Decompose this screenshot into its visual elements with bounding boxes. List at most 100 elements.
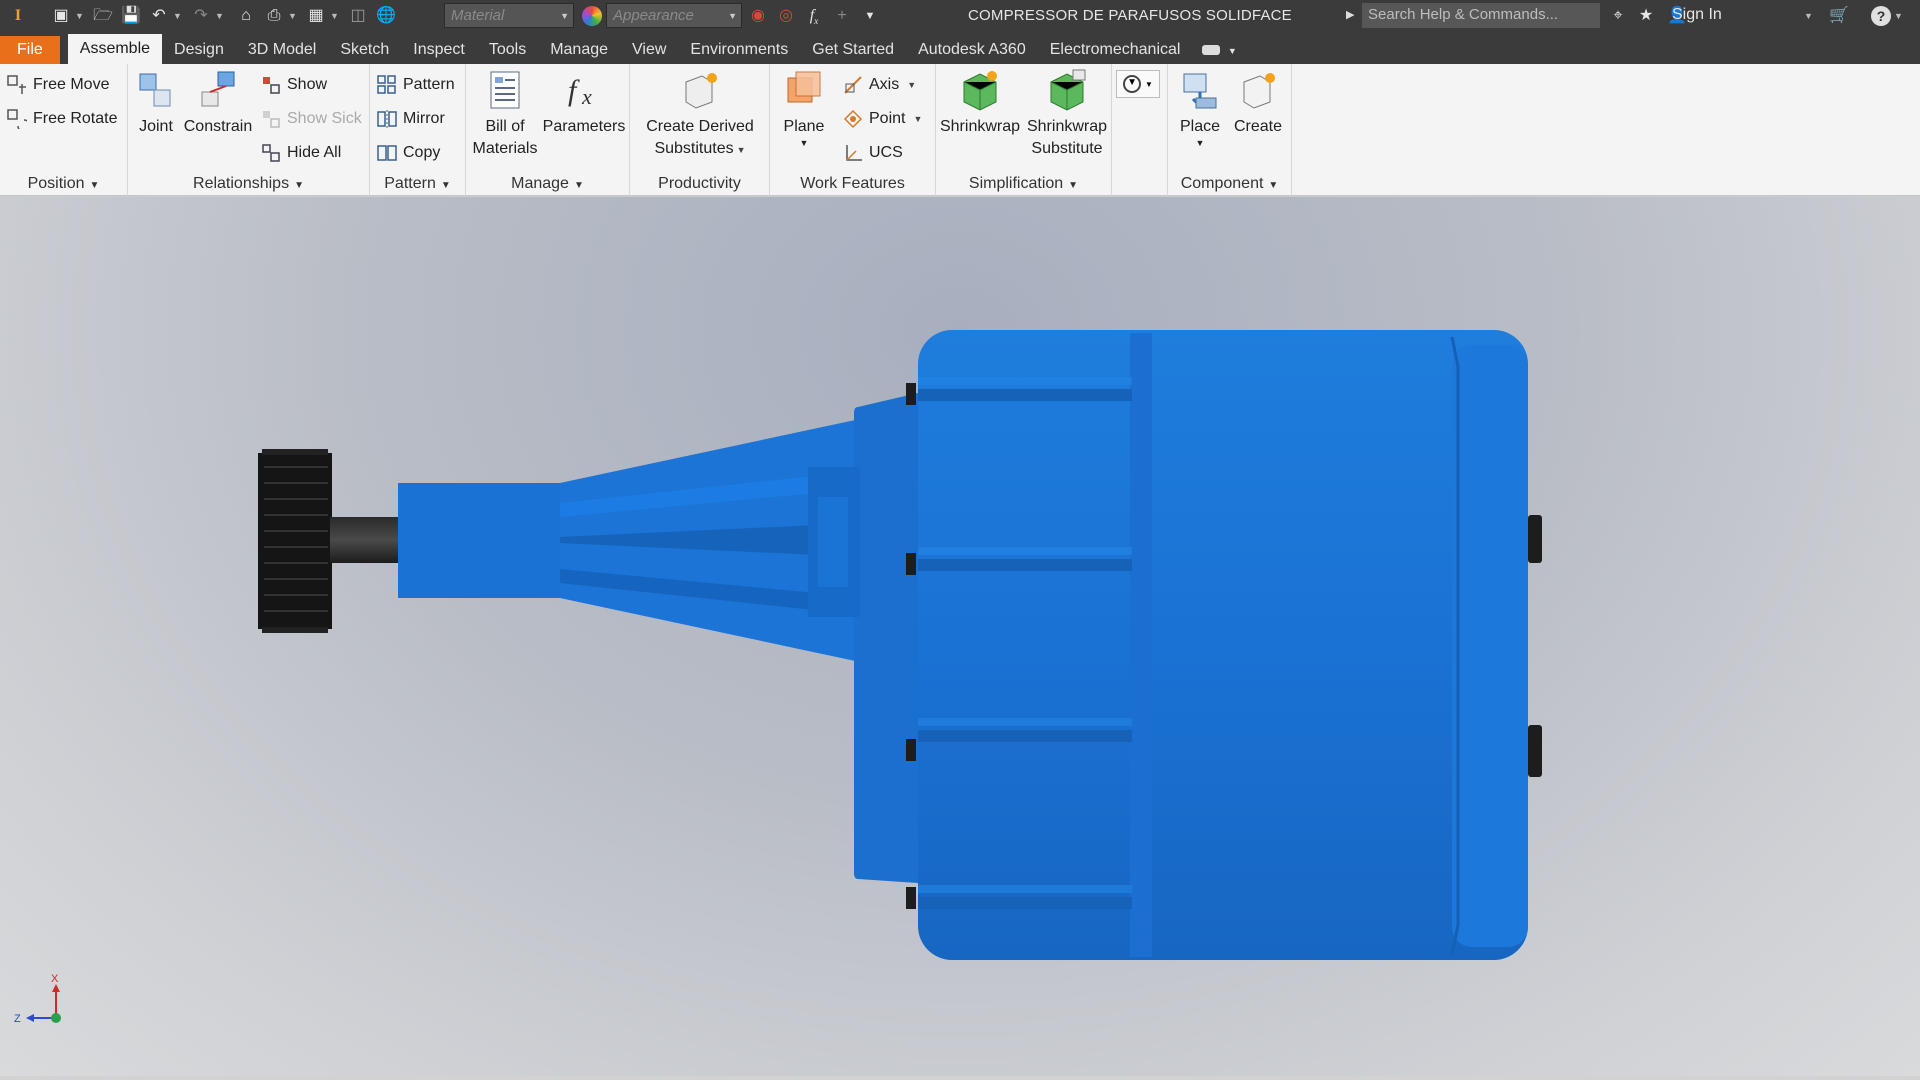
adjust-appearance-icon[interactable]: ◉ (747, 5, 769, 27)
inventor-logo-icon[interactable]: I (7, 5, 29, 27)
chevron-down-icon[interactable]: ▼ (913, 114, 922, 124)
clear-appearance-icon[interactable]: ◎ (775, 5, 797, 27)
new-dropdown-icon[interactable]: ▼ (75, 11, 85, 21)
copy-button[interactable]: Copy (376, 140, 440, 166)
tab-design[interactable]: Design (162, 36, 236, 64)
view-triad[interactable]: X Z (12, 972, 72, 1032)
free-rotate-button[interactable]: Free Rotate (6, 106, 117, 132)
plane-icon (787, 71, 821, 103)
tab-inspect[interactable]: Inspect (401, 36, 477, 64)
globe-icon[interactable]: 🌐 (375, 5, 397, 27)
filter-dropdown[interactable]: ▼ ▼ (1116, 70, 1160, 98)
mirror-button[interactable]: Mirror (376, 106, 445, 132)
undo-dropdown-icon[interactable]: ▼ (173, 11, 183, 21)
tab-tools[interactable]: Tools (477, 36, 538, 64)
print-icon[interactable]: ⎙ (263, 5, 285, 27)
pulley[interactable] (258, 449, 332, 633)
tab-get-started[interactable]: Get Started (800, 36, 906, 64)
select-dropdown-icon[interactable]: ▼ (330, 11, 340, 21)
axis-button[interactable]: Axis ▼ (842, 72, 916, 98)
group-label-manage[interactable]: Manage ▼ (466, 175, 629, 193)
tab-manage[interactable]: Manage (538, 36, 620, 64)
home-icon[interactable]: ⌂ (235, 5, 257, 27)
pattern-button[interactable]: Pattern (376, 72, 455, 98)
show-sick-icon (260, 108, 282, 130)
expand-arrow-icon[interactable]: ▶ (1346, 8, 1354, 21)
sign-in-dropdown-icon[interactable]: ▼ (1804, 11, 1814, 21)
tab-sketch[interactable]: Sketch (328, 36, 401, 64)
select-filter-icon[interactable]: ▦ (305, 5, 327, 27)
redo-dropdown-icon[interactable]: ▼ (215, 11, 225, 21)
shrinkwrap-substitute-button[interactable]: Shrinkwrap Substitute (1024, 68, 1110, 160)
create-label: Create (1233, 118, 1283, 135)
point-button[interactable]: Point ▼ (842, 106, 922, 132)
plane-button[interactable]: Plane ▼ (776, 68, 832, 148)
tab-3d-model[interactable]: 3D Model (236, 36, 328, 64)
tab-environments[interactable]: Environments (678, 36, 800, 64)
sign-in-button[interactable]: Sign In (1672, 6, 1722, 24)
hide-all-button[interactable]: Hide All (260, 140, 341, 166)
search-input[interactable]: Search Help & Commands... (1362, 3, 1600, 28)
appearance-placeholder: Appearance (613, 7, 694, 24)
shaft[interactable] (330, 517, 402, 563)
show-sick-button[interactable]: Show Sick (260, 106, 362, 132)
tab-autodesk-a360[interactable]: Autodesk A360 (906, 36, 1038, 64)
bill-of-materials-button[interactable]: Bill of Materials (470, 68, 540, 160)
constrain-button[interactable]: Constrain (180, 68, 256, 138)
customize-dropdown-icon[interactable]: ▼ (859, 5, 881, 27)
group-label-relationships[interactable]: Relationships ▼ (128, 175, 369, 193)
nose-housing[interactable] (398, 483, 568, 598)
flange[interactable] (854, 393, 918, 883)
search-binoculars-icon[interactable]: ⌖ (1607, 5, 1629, 27)
pattern-label: Pattern (403, 76, 455, 93)
compressor-model[interactable] (0, 197, 1920, 1080)
chevron-down-icon: ▼ (573, 180, 584, 191)
group-pattern: Pattern Mirror Copy Pattern ▼ (370, 64, 466, 196)
create-component-icon (1243, 73, 1275, 109)
ucs-button[interactable]: UCS (842, 140, 903, 166)
help-dropdown-icon[interactable]: ▼ (1894, 11, 1904, 21)
update-icon[interactable]: ◫ (347, 5, 369, 27)
save-icon[interactable]: 💾 (120, 5, 142, 27)
tab-assemble[interactable]: Assemble (67, 34, 163, 64)
tab-view[interactable]: View (620, 36, 678, 64)
motor-body[interactable] (918, 330, 1528, 960)
derived-substitute-icon (685, 73, 717, 109)
group-label-pattern[interactable]: Pattern ▼ (370, 175, 465, 193)
cart-icon[interactable]: 🛒 (1828, 5, 1850, 27)
help-icon[interactable]: ? (1871, 6, 1891, 26)
shrinkwrap-button[interactable]: Shrinkwrap (938, 68, 1022, 138)
title-bar: I ▣ ▼ 🗁 💾 ↶ ▼ ↷ ▼ ⌂ ⎙ ▼ ▦ ▼ ◫ 🌐 Material ▼ Ap… (0, 0, 1920, 32)
undo-icon[interactable]: ↶ (148, 5, 170, 27)
axis-label: Axis (869, 76, 900, 93)
open-folder-icon[interactable]: 🗁 (92, 5, 114, 27)
tab-file[interactable]: File (0, 36, 60, 64)
cds-label-line2: Substitutes ▼ (630, 138, 770, 161)
new-file-icon[interactable]: ▣ (50, 5, 72, 27)
show-button[interactable]: Show (260, 72, 327, 98)
create-derived-substitutes-button[interactable]: Create Derived Substitutes ▼ (630, 68, 770, 161)
print-dropdown-icon[interactable]: ▼ (288, 11, 298, 21)
place-button[interactable]: Place ▼ (1172, 68, 1228, 148)
chevron-down-icon[interactable]: ▼ (907, 80, 916, 90)
joint-button[interactable]: Joint (134, 68, 178, 138)
free-move-button[interactable]: Free Move (6, 72, 109, 98)
redo-icon[interactable]: ↷ (190, 5, 212, 27)
cds-label-line2-text: Substitutes (654, 140, 734, 157)
ribbon-display-toggle[interactable]: ▼ (1192, 36, 1246, 64)
fx-parameters-icon[interactable]: fx (803, 5, 825, 27)
group-label-component[interactable]: Component ▼ (1168, 175, 1291, 193)
favorites-star-icon[interactable]: ★ (1635, 5, 1657, 27)
group-manage: Bill of Materials fx Parameters Manage ▼ (466, 64, 630, 196)
create-button[interactable]: Create (1228, 68, 1288, 138)
parameters-button[interactable]: fx Parameters (542, 68, 626, 138)
appearance-selector[interactable]: Appearance ▼ (606, 3, 742, 28)
filter-icon: ▼ (1123, 75, 1142, 93)
plus-icon[interactable]: + (831, 5, 853, 27)
group-label-position[interactable]: Position ▼ (0, 175, 127, 193)
graphics-viewport[interactable]: X Z (0, 197, 1920, 1080)
material-selector[interactable]: Material ▼ (444, 3, 574, 28)
group-label-simplification[interactable]: Simplification ▼ (936, 175, 1111, 193)
tab-electromechanical[interactable]: Electromechanical (1038, 36, 1193, 64)
appearance-sphere-icon[interactable] (582, 6, 602, 26)
